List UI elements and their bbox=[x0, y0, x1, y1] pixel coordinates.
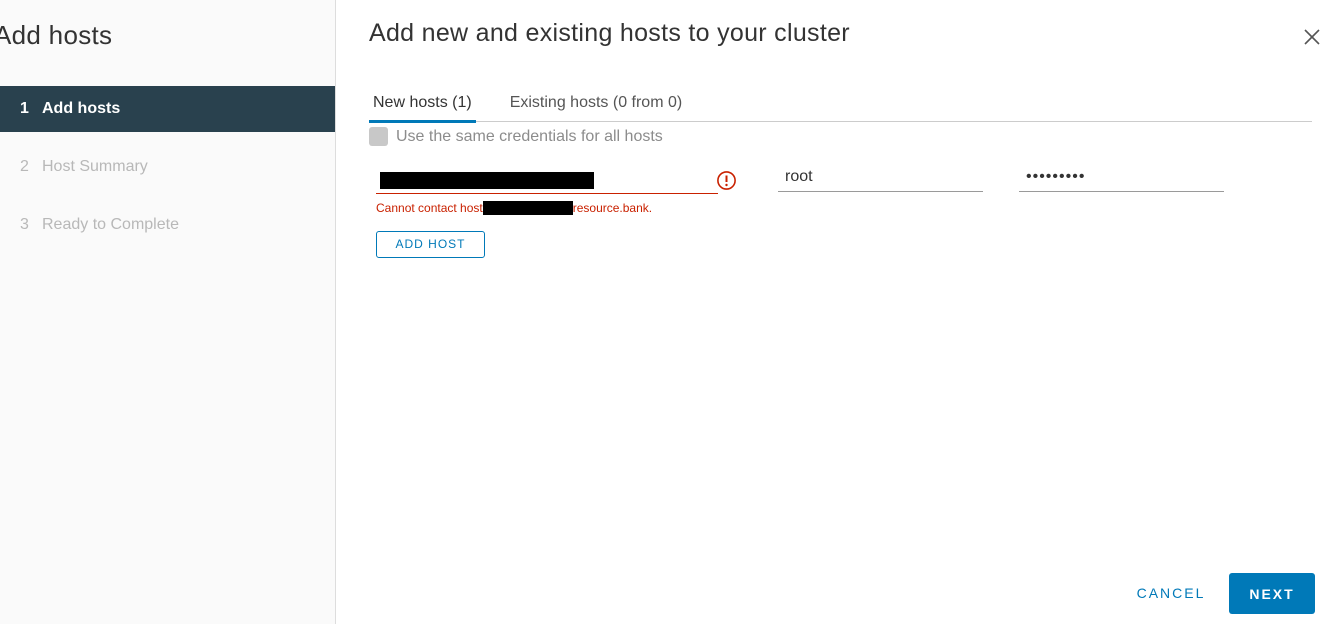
wizard-content: Add new and existing hosts to your clust… bbox=[336, 0, 1337, 624]
step-number: 1 bbox=[20, 100, 29, 117]
wizard-title: Add hosts bbox=[0, 20, 113, 50]
error-text-prefix: Cannot contact host bbox=[376, 201, 483, 215]
cancel-button[interactable]: CANCEL bbox=[1126, 573, 1216, 613]
step-number: 3 bbox=[20, 216, 29, 233]
step-label: Add hosts bbox=[42, 100, 121, 117]
host-error-message: Cannot contact host resource.bank. bbox=[376, 201, 652, 215]
wizard-sidebar: Add hosts 1 Add hosts 2 Host Summary 3 R… bbox=[0, 0, 336, 624]
step-label: Host Summary bbox=[42, 158, 148, 175]
same-credentials-option: Use the same credentials for all hosts bbox=[369, 127, 663, 146]
host-tabs: New hosts (1) Existing hosts (0 from 0) bbox=[369, 88, 1312, 123]
page-title: Add new and existing hosts to your clust… bbox=[369, 19, 850, 47]
error-text-suffix: resource.bank. bbox=[572, 201, 653, 215]
tab-existing-hosts[interactable]: Existing hosts (0 from 0) bbox=[506, 88, 687, 122]
same-credentials-label: Use the same credentials for all hosts bbox=[396, 127, 663, 145]
next-button[interactable]: NEXT bbox=[1229, 573, 1315, 614]
step-ready-to-complete[interactable]: 3 Ready to Complete bbox=[0, 202, 335, 248]
alert-circle-icon bbox=[716, 170, 737, 191]
step-add-hosts[interactable]: 1 Add hosts bbox=[0, 86, 335, 132]
step-label: Ready to Complete bbox=[42, 216, 179, 233]
same-credentials-checkbox[interactable] bbox=[369, 127, 388, 146]
close-icon[interactable] bbox=[1302, 27, 1322, 47]
host-address-input[interactable] bbox=[376, 168, 718, 194]
password-input[interactable]: ••••••••• bbox=[1019, 166, 1224, 192]
step-host-summary[interactable]: 2 Host Summary bbox=[0, 144, 335, 190]
tab-new-hosts[interactable]: New hosts (1) bbox=[369, 88, 476, 123]
username-input[interactable]: root bbox=[778, 166, 983, 192]
redacted-hostname bbox=[380, 172, 594, 189]
add-host-button[interactable]: ADD HOST bbox=[376, 231, 485, 258]
wizard-steps: 1 Add hosts 2 Host Summary 3 Ready to Co… bbox=[0, 86, 335, 260]
redacted-error-host bbox=[482, 201, 573, 215]
step-number: 2 bbox=[20, 158, 29, 175]
